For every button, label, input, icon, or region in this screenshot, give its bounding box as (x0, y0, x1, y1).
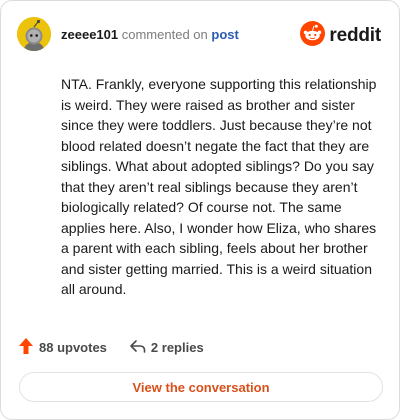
upvote-button[interactable]: 88 upvotes (18, 337, 107, 358)
reply-arrow-icon (129, 339, 146, 357)
reply-count: 2 replies (150, 340, 204, 355)
post-link[interactable]: post (211, 27, 238, 42)
comment-actions: 88 upvotes 2 replies (18, 337, 204, 358)
user-avatar-icon[interactable] (17, 17, 51, 51)
reddit-brand[interactable]: reddit (300, 21, 381, 51)
upvote-arrow-icon (18, 337, 34, 358)
upvote-count: 88 upvotes (39, 340, 107, 355)
commented-on-text: commented on (121, 26, 208, 42)
comment-body: NTA. Frankly, everyone supporting this r… (61, 76, 377, 297)
comment-card: zeeee101 commented on post reddit NTA. F… (0, 0, 400, 420)
comment-header: zeeee101 commented on post (17, 16, 239, 52)
comment-attribution: zeeee101 commented on post (61, 27, 239, 42)
reddit-wordmark: reddit (329, 25, 381, 46)
replies-button[interactable]: 2 replies (129, 339, 204, 357)
view-conversation-button[interactable]: View the conversation (19, 372, 383, 402)
reddit-logo-icon (300, 21, 326, 51)
username-link[interactable]: zeeee101 (61, 27, 118, 42)
